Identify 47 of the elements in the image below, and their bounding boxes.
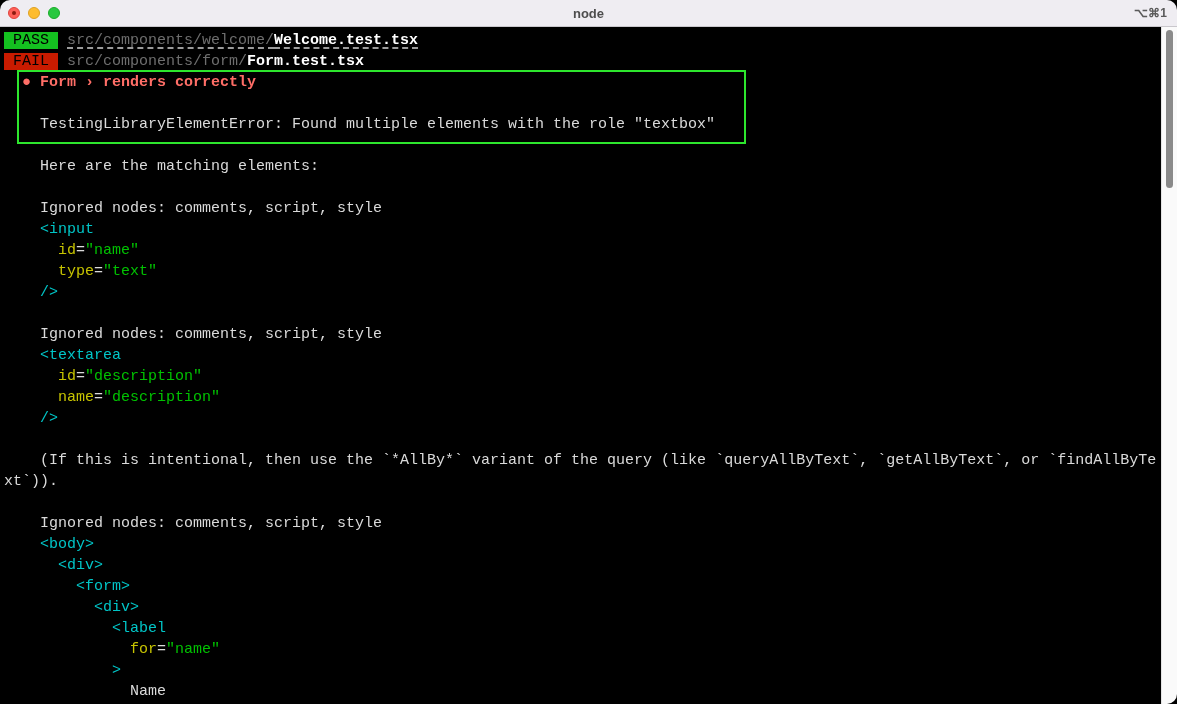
attribute-name: for <box>130 641 158 658</box>
attribute-name: name <box>58 389 95 406</box>
output-text: xt`)). <box>4 473 58 490</box>
html-tag: <body> <box>40 536 95 553</box>
html-tag: <form> <box>76 578 131 595</box>
attribute-value: "description" <box>85 368 203 385</box>
output-text: Ignored nodes: comments, script, style <box>40 326 383 343</box>
output-text: TestingLibraryElementError: Found multiple elements with the role "textbox" <box>40 116 716 133</box>
output-text: = <box>94 389 104 406</box>
output-text: = <box>76 368 86 385</box>
close-button[interactable] <box>8 7 20 19</box>
shortcut-label: ⌥⌘1 <box>1134 5 1167 22</box>
html-tag: /> <box>40 410 59 427</box>
attribute-name: type <box>58 263 95 280</box>
html-tag: /> <box>40 284 59 301</box>
output-text: Name <box>130 683 167 700</box>
window-title: node <box>572 4 605 23</box>
file-name[interactable]: Form.test.tsx <box>247 53 365 70</box>
output-text: Ignored nodes: comments, script, style <box>40 200 383 217</box>
output-text: Here are the matching elements: <box>40 158 320 175</box>
html-tag: > <box>112 662 122 679</box>
attribute-name: id <box>58 368 77 385</box>
output-text: Ignored nodes: comments, script, style <box>40 515 383 532</box>
attribute-value: "description" <box>103 389 221 406</box>
html-tag: <textarea <box>40 347 122 364</box>
scrollbar-thumb[interactable] <box>1166 30 1173 188</box>
test-title: Form › renders correctly <box>40 74 257 91</box>
pass-badge: PASS <box>4 32 58 49</box>
file-path[interactable]: src/components/welcome/ <box>67 32 275 49</box>
file-path[interactable]: src/components/form/ <box>67 53 248 70</box>
attribute-value: "text" <box>103 263 158 280</box>
html-tag: <input <box>40 221 95 238</box>
attribute-value: "name" <box>166 641 221 658</box>
zoom-button[interactable] <box>48 7 60 19</box>
attribute-value: "name" <box>85 242 140 259</box>
attribute-name: id <box>58 242 77 259</box>
html-tag: <div> <box>58 557 104 574</box>
output-text: = <box>94 263 104 280</box>
output-text: (If this is intentional, then use the `*AllBy*` variant of the query (like `queryAllByText`, `getAllByText`, or `findAllByTe <box>40 452 1157 469</box>
file-name[interactable]: Welcome.test.tsx <box>274 32 419 49</box>
output-text: = <box>157 641 167 658</box>
html-tag: <label <box>112 620 167 637</box>
fail-badge: FAIL <box>4 53 58 70</box>
output-text: = <box>76 242 86 259</box>
html-tag: <div> <box>94 599 140 616</box>
minimize-button[interactable] <box>28 7 40 19</box>
bullet-icon: ● <box>22 74 32 91</box>
